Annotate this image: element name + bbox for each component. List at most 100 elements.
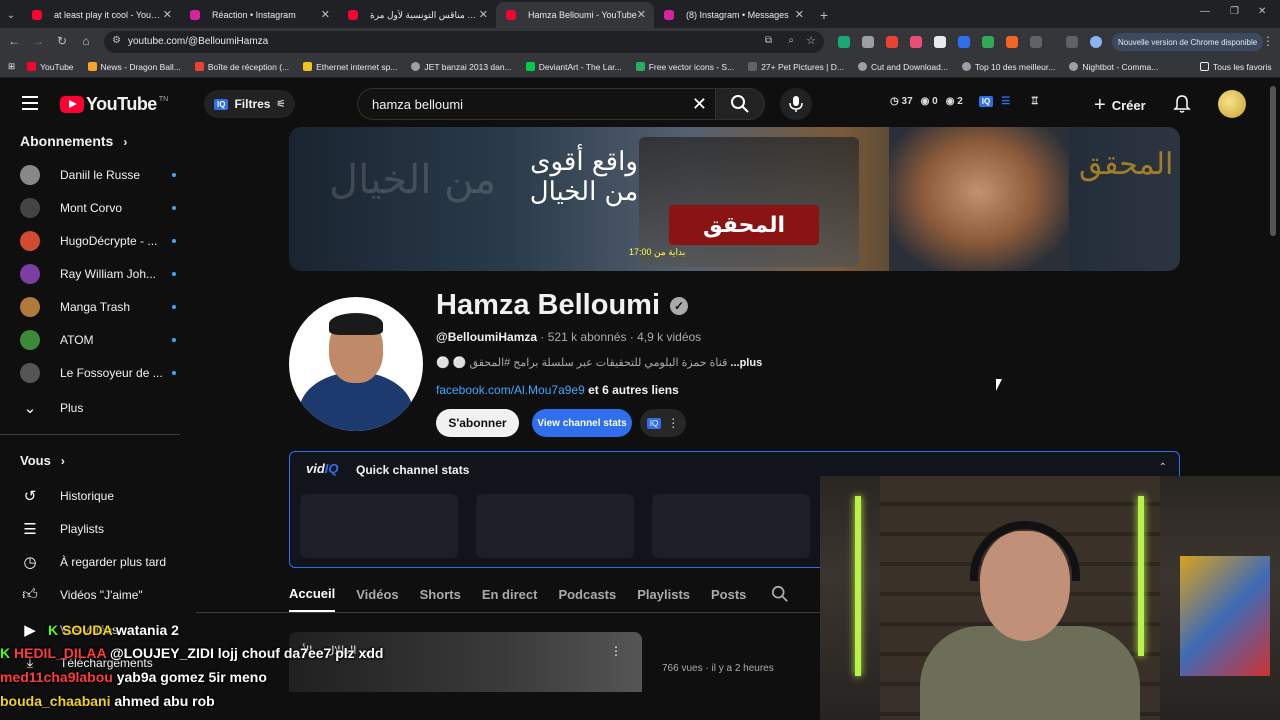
trophy-icon[interactable]: ♖: [1030, 96, 1039, 107]
sidebar-item-watch-later[interactable]: ◷ À regarder plus tard: [20, 545, 180, 578]
tab-posts[interactable]: Posts: [711, 576, 746, 612]
bookmark-item[interactable]: Free vector icons - S...: [635, 62, 734, 72]
sidebar-subscription-item[interactable]: Le Fossoyeur de ...: [20, 356, 176, 389]
close-window-icon[interactable]: ✕: [1258, 6, 1266, 17]
forward-icon[interactable]: →: [30, 34, 46, 48]
bookmark-item[interactable]: Top 10 des meilleur...: [961, 62, 1055, 72]
zoom-icon[interactable]: ⌕: [788, 35, 794, 46]
new-tab-icon[interactable]: +: [812, 2, 836, 28]
apps-icon[interactable]: ⊞: [8, 61, 15, 72]
tab-shorts[interactable]: Shorts: [420, 576, 461, 612]
search-button[interactable]: [715, 88, 765, 120]
extension-icon[interactable]: [910, 36, 922, 48]
tab-home[interactable]: Accueil: [289, 576, 336, 612]
address-bar[interactable]: ⚙ youtube.com/@BelloumiHamza ⧉ ⌕ ☆: [104, 31, 824, 53]
extensions-puzzle-icon[interactable]: [1030, 36, 1042, 48]
extension-icon[interactable]: [862, 36, 874, 48]
back-icon[interactable]: ←: [6, 34, 22, 48]
browser-tab[interactable]: مناقس التونسية لأول مرة 🎤 TNEG ✕: [338, 2, 496, 28]
bookmark-star-icon[interactable]: ☆: [806, 34, 816, 47]
close-tab-icon[interactable]: ✕: [795, 8, 804, 21]
bookmark-item[interactable]: News - Dragon Ball...: [87, 62, 181, 72]
home-icon[interactable]: ⌂: [78, 34, 94, 48]
subscriptions-title[interactable]: Abonnements ›: [20, 133, 127, 149]
extension-icon[interactable]: [838, 36, 850, 48]
subscribe-button[interactable]: S'abonner: [436, 409, 519, 437]
reload-icon[interactable]: ↻: [54, 34, 70, 48]
other-links[interactable]: et 6 autres liens: [585, 383, 679, 397]
sidebar-subscription-item[interactable]: Ray William Joh...: [20, 257, 176, 290]
install-icon[interactable]: ⧉: [765, 35, 772, 46]
more-vert-icon[interactable]: ⋮: [610, 644, 622, 658]
extension-icon[interactable]: [886, 36, 898, 48]
channel-description[interactable]: ⚪ ⚪ قناة حمزة البلومي للتحقيقات عبر سلسل…: [436, 356, 762, 369]
view-channel-stats-button[interactable]: View channel stats: [532, 409, 632, 437]
more-link[interactable]: ...plus: [730, 357, 762, 369]
bookmark-item[interactable]: 27+ Pet Pictures | D...: [748, 62, 844, 72]
close-tab-icon[interactable]: ✕: [479, 8, 488, 21]
tab-playlists[interactable]: Playlists: [637, 576, 690, 612]
vidiq-icon: IQ: [214, 98, 229, 110]
vidiq-icon[interactable]: IQ: [978, 96, 994, 107]
maximize-icon[interactable]: ❐: [1230, 6, 1239, 17]
youtube-logo[interactable]: YouTube TN: [60, 94, 168, 115]
close-tab-icon[interactable]: ✕: [637, 8, 646, 21]
bookmark-item[interactable]: JET banzai 2013 dan...: [411, 62, 512, 72]
channel-avatar[interactable]: [289, 297, 423, 431]
sidebar-item-history[interactable]: ↺ Historique: [20, 479, 180, 512]
list-icon[interactable]: ☰: [1001, 96, 1010, 107]
bookmark-item[interactable]: Cut and Download...: [857, 62, 948, 72]
chrome-update-button[interactable]: Nouvelle version de Chrome disponible: [1112, 33, 1264, 51]
browser-tab[interactable]: (8) Instagram • Messages ✕: [654, 2, 812, 28]
bookmark-item[interactable]: YouTube: [27, 62, 74, 72]
search-input[interactable]: hamza belloumi ✕: [357, 88, 715, 120]
clear-search-icon[interactable]: ✕: [692, 94, 707, 115]
sidebar-subscription-item[interactable]: Daniil le Russe: [20, 158, 176, 191]
bookmark-item[interactable]: DeviantArt - The Lar...: [525, 62, 622, 72]
sidebar-subscription-item[interactable]: Mont Corvo: [20, 191, 176, 224]
extension-icon[interactable]: [934, 36, 946, 48]
sidebar-item-liked-videos[interactable]: 👍︎ Vidéos "J'aime": [20, 578, 180, 611]
extension-icon[interactable]: [982, 36, 994, 48]
bookmark-item[interactable]: Ethernet internet sp...: [303, 62, 397, 72]
vidiq-menu-button[interactable]: IQ ⋮: [640, 409, 686, 437]
bookmark-item[interactable]: Nightbot - Comma...: [1069, 62, 1158, 72]
channel-link[interactable]: facebook.com/Al.Mou7a9e9: [436, 383, 585, 397]
tab-search-icon[interactable]: ⌄: [0, 2, 22, 28]
menu-hamburger-icon[interactable]: [22, 96, 38, 110]
new-content-dot: [172, 238, 176, 243]
minimize-icon[interactable]: —: [1200, 6, 1210, 17]
sidebar-more-button[interactable]: ⌄ Plus: [20, 391, 180, 424]
sidebar-subscription-item[interactable]: ATOM: [20, 323, 176, 356]
you-title[interactable]: Vous ›: [20, 453, 65, 468]
all-bookmarks-folder[interactable]: Tous les favoris: [1200, 62, 1272, 72]
bookmark-item[interactable]: Boîte de réception (...: [194, 62, 289, 72]
tab-videos[interactable]: Vidéos: [356, 576, 398, 612]
page-scrollbar[interactable]: [1270, 86, 1276, 236]
vidiq-stats-bar[interactable]: ◷ 37 ◉ 0 ◉ 2 IQ ☰ ♖: [890, 96, 1039, 107]
reading-list-icon[interactable]: [1066, 36, 1078, 48]
close-tab-icon[interactable]: ✕: [163, 8, 172, 21]
notifications-bell-icon[interactable]: [1172, 94, 1192, 114]
voice-search-button[interactable]: [780, 88, 812, 120]
close-tab-icon[interactable]: ✕: [321, 8, 330, 21]
browser-tab[interactable]: at least play it cool - YouTube ✕: [22, 2, 180, 28]
browser-tab[interactable]: Réaction • Instagram ✕: [180, 2, 338, 28]
history-icon: ↺: [23, 487, 37, 505]
tab-live[interactable]: En direct: [482, 576, 538, 612]
sidebar-item-playlists[interactable]: ☰ Playlists: [20, 512, 180, 545]
chevron-up-icon[interactable]: ⌃: [1159, 462, 1167, 473]
sidebar-subscription-item[interactable]: Manga Trash: [20, 290, 176, 323]
browser-tab-active[interactable]: Hamza Belloumi - YouTube ✕: [496, 2, 654, 28]
chrome-menu-icon[interactable]: ⋮: [1260, 34, 1276, 48]
tab-podcasts[interactable]: Podcasts: [558, 576, 616, 612]
sidebar-subscription-item[interactable]: HugoDécrypte - ...: [20, 224, 176, 257]
profile-icon[interactable]: [1090, 36, 1102, 48]
extension-icon[interactable]: [1006, 36, 1018, 48]
account-avatar[interactable]: [1218, 90, 1246, 118]
create-button[interactable]: + Créer: [1094, 94, 1146, 117]
extension-icon[interactable]: [958, 36, 970, 48]
site-info-icon[interactable]: ⚙: [112, 35, 121, 46]
vidiq-filters-button[interactable]: IQ Filtres ⚟: [204, 90, 296, 118]
channel-search-icon[interactable]: [771, 585, 789, 603]
